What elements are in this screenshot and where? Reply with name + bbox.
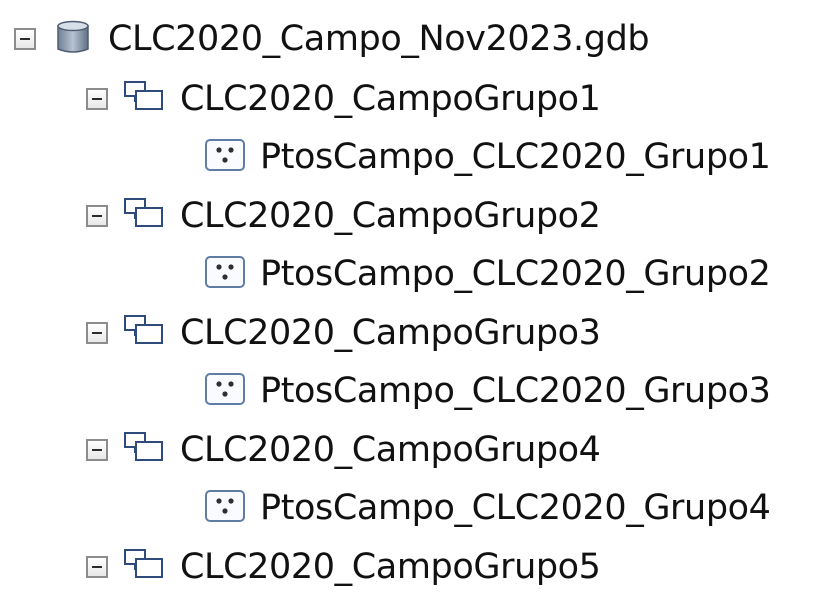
catalog-tree: CLC2020_Campo_Nov2023.gdb CLC2020_CampoG… xyxy=(0,0,837,592)
feature-dataset-icon xyxy=(122,546,168,588)
point-feature-class-icon xyxy=(202,487,248,529)
collapse-toggle-icon[interactable] xyxy=(86,556,108,578)
feature-dataset-label: CLC2020_CampoGrupo1 xyxy=(180,78,601,119)
database-icon xyxy=(50,18,96,60)
feature-dataset-label: CLC2020_CampoGrupo4 xyxy=(180,429,601,470)
tree-node-feature-dataset[interactable]: CLC2020_CampoGrupo3 xyxy=(86,303,601,363)
point-feature-class-icon xyxy=(202,370,248,412)
feature-dataset-label: CLC2020_CampoGrupo3 xyxy=(180,312,601,353)
tree-node-feature-dataset[interactable]: CLC2020_CampoGrupo1 xyxy=(86,69,601,129)
tree-node-feature-dataset[interactable]: CLC2020_CampoGrupo4 xyxy=(86,420,601,480)
collapse-toggle-icon[interactable] xyxy=(86,439,108,461)
feature-class-label: PtosCampo_CLC2020_Grupo4 xyxy=(260,487,771,528)
point-feature-class-icon xyxy=(202,136,248,178)
feature-dataset-icon xyxy=(122,429,168,471)
tree-node-feature-dataset[interactable]: CLC2020_CampoGrupo5 xyxy=(86,537,601,597)
feature-dataset-icon xyxy=(122,195,168,237)
collapse-toggle-icon[interactable] xyxy=(86,205,108,227)
collapse-toggle-icon[interactable] xyxy=(86,322,108,344)
feature-dataset-label: CLC2020_CampoGrupo2 xyxy=(180,195,601,236)
collapse-toggle-icon[interactable] xyxy=(86,88,108,110)
point-feature-class-icon xyxy=(202,253,248,295)
feature-class-label: PtosCampo_CLC2020_Grupo3 xyxy=(260,370,771,411)
collapse-toggle-icon[interactable] xyxy=(14,28,36,50)
tree-node-feature-class[interactable]: PtosCampo_CLC2020_Grupo3 xyxy=(202,361,771,421)
tree-node-feature-class[interactable]: PtosCampo_CLC2020_Grupo1 xyxy=(202,127,771,187)
feature-dataset-label: CLC2020_CampoGrupo5 xyxy=(180,546,601,587)
feature-class-label: PtosCampo_CLC2020_Grupo2 xyxy=(260,253,771,294)
feature-dataset-icon xyxy=(122,312,168,354)
tree-node-feature-class[interactable]: PtosCampo_CLC2020_Grupo4 xyxy=(202,478,771,538)
tree-node-feature-class[interactable]: PtosCampo_CLC2020_Grupo2 xyxy=(202,244,771,304)
tree-node-geodatabase[interactable]: CLC2020_Campo_Nov2023.gdb xyxy=(14,9,650,69)
tree-node-feature-dataset[interactable]: CLC2020_CampoGrupo2 xyxy=(86,186,601,246)
geodatabase-label: CLC2020_Campo_Nov2023.gdb xyxy=(108,18,650,59)
feature-class-label: PtosCampo_CLC2020_Grupo1 xyxy=(260,136,771,177)
feature-dataset-icon xyxy=(122,78,168,120)
